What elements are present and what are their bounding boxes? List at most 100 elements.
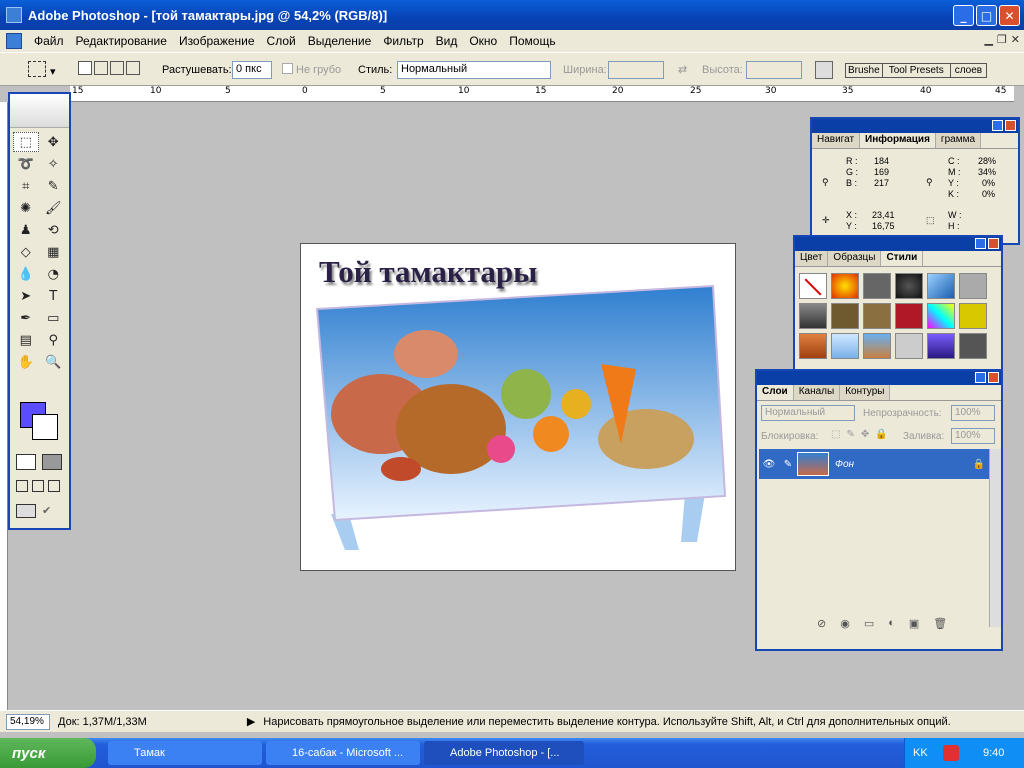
taskbar-item-word[interactable]: 16-сабак - Microsoft ... <box>266 741 420 765</box>
trash-icon[interactable]: 🗑 <box>933 617 947 630</box>
hand-tool-icon[interactable]: ✋ <box>13 352 39 372</box>
tool-presets-tab[interactable]: Tool Presets <box>883 64 951 77</box>
adjustment-layer-icon[interactable]: ◐ <box>888 617 895 630</box>
antivirus-icon[interactable] <box>943 745 959 761</box>
swap-icon[interactable]: ⇄ <box>678 63 687 76</box>
standard-mode-icon[interactable] <box>16 454 36 470</box>
style-swatch[interactable] <box>831 273 859 299</box>
intersect-selection-icon[interactable] <box>126 61 140 75</box>
lock-icons[interactable]: ⬚✎✥🔒 <box>831 429 894 440</box>
menu-edit[interactable]: Редактирование <box>70 34 173 48</box>
style-swatch[interactable] <box>831 303 859 329</box>
tab-navigator[interactable]: Навигат <box>812 133 861 148</box>
style-swatch[interactable] <box>927 333 955 359</box>
style-swatch[interactable] <box>927 273 955 299</box>
eye-icon[interactable]: 👁 <box>759 459 779 470</box>
layer-style-icon[interactable]: ◉ <box>840 617 850 630</box>
checkmark-icon[interactable]: ✔ <box>42 504 56 518</box>
panel-minimize-button[interactable] <box>975 372 986 383</box>
tab-info[interactable]: Информация <box>860 133 936 148</box>
new-layer-icon[interactable]: ▣ <box>909 617 919 630</box>
width-input[interactable] <box>608 61 664 79</box>
screen-mode-icon[interactable] <box>32 480 44 492</box>
style-swatch[interactable] <box>959 303 987 329</box>
style-swatch-none[interactable] <box>799 273 827 299</box>
style-swatch[interactable] <box>959 273 987 299</box>
style-swatch[interactable] <box>927 303 955 329</box>
background-color-swatch[interactable] <box>32 414 58 440</box>
layer-row-background[interactable]: 👁 ✎ Фон 🔒 <box>759 449 989 479</box>
style-swatch[interactable] <box>959 333 987 359</box>
path-selection-icon[interactable]: ➤ <box>13 286 39 306</box>
jump-to-imageready-icon[interactable] <box>16 504 36 518</box>
doc-close-button[interactable]: ✕ <box>1011 33 1020 46</box>
style-swatch[interactable] <box>895 333 923 359</box>
blend-mode-select[interactable]: Нормальный <box>761 405 855 421</box>
menu-window[interactable]: Окно <box>463 34 503 48</box>
style-swatch[interactable] <box>895 273 923 299</box>
magic-wand-icon[interactable]: ✧ <box>41 154 67 174</box>
tab-paths[interactable]: Контуры <box>840 385 891 400</box>
style-swatch[interactable] <box>831 333 859 359</box>
brush-tool-icon[interactable]: 🖌 <box>41 198 67 218</box>
new-selection-icon[interactable] <box>78 61 92 75</box>
doc-minimize-button[interactable]: ▁ <box>984 33 992 46</box>
style-swatch[interactable] <box>863 273 891 299</box>
menu-select[interactable]: Выделение <box>302 34 378 48</box>
brushes-tab[interactable]: Brushe <box>846 64 883 77</box>
start-button[interactable]: пуск <box>0 738 96 768</box>
layers-scrollbar[interactable] <box>989 449 1001 627</box>
menu-file[interactable]: Файл <box>28 34 70 48</box>
marquee-tool-icon[interactable]: ⬚ <box>13 132 39 152</box>
zoom-tool-icon[interactable]: 🔍 <box>41 352 67 372</box>
dodge-tool-icon[interactable]: ◔ <box>41 264 67 284</box>
document-canvas[interactable]: Той тамактары <box>300 243 736 571</box>
play-icon[interactable]: ▶ <box>247 715 255 728</box>
doc-restore-button[interactable]: ❐ <box>997 33 1007 46</box>
clone-stamp-icon[interactable]: ♟ <box>13 220 39 240</box>
lasso-tool-icon[interactable]: ➰ <box>13 154 39 174</box>
zoom-input[interactable]: 54,19% <box>6 713 50 730</box>
height-input[interactable] <box>746 61 802 79</box>
panel-close-button[interactable] <box>988 238 999 249</box>
tab-color[interactable]: Цвет <box>795 251 829 266</box>
tool-preset-dropdown[interactable]: ▾ <box>50 65 56 78</box>
menu-image[interactable]: Изображение <box>173 34 261 48</box>
style-swatch[interactable] <box>799 333 827 359</box>
style-select[interactable]: Нормальный <box>397 61 551 79</box>
close-button[interactable]: ✕ <box>999 5 1020 26</box>
panel-close-button[interactable] <box>988 372 999 383</box>
slice-tool-icon[interactable]: ✎ <box>41 176 67 196</box>
style-swatch[interactable] <box>863 303 891 329</box>
shape-tool-icon[interactable]: ▭ <box>41 308 67 328</box>
pen-tool-icon[interactable]: ✒ <box>13 308 39 328</box>
panel-minimize-button[interactable] <box>975 238 986 249</box>
screen-mode-icon[interactable] <box>48 480 60 492</box>
palette-well-icon[interactable] <box>815 61 833 79</box>
layer-comps-tab[interactable]: слоев <box>951 64 986 77</box>
taskbar-item-photoshop[interactable]: Adobe Photoshop - [... <box>424 741 584 765</box>
crop-tool-icon[interactable]: ⌗ <box>13 176 39 196</box>
eyedropper-icon[interactable]: ⚲ <box>41 330 67 350</box>
menu-filter[interactable]: Фильтр <box>377 34 429 48</box>
fill-input[interactable]: 100% <box>951 428 995 444</box>
feather-input[interactable]: 0 пкс <box>232 61 272 79</box>
gradient-tool-icon[interactable]: ▦ <box>41 242 67 262</box>
panel-minimize-button[interactable] <box>992 120 1003 131</box>
type-tool-icon[interactable]: T <box>41 286 67 306</box>
notes-tool-icon[interactable]: ▤ <box>13 330 39 350</box>
menu-help[interactable]: Помощь <box>503 34 561 48</box>
language-indicator[interactable]: KK <box>913 747 928 759</box>
panel-close-button[interactable] <box>1005 120 1016 131</box>
move-tool-icon[interactable]: ✥ <box>41 132 67 152</box>
minimize-button[interactable]: _ <box>953 5 974 26</box>
healing-brush-icon[interactable]: ✺ <box>13 198 39 218</box>
tab-layers[interactable]: Слои <box>757 385 794 400</box>
tab-histogram[interactable]: грамма <box>935 133 982 148</box>
antialias-checkbox[interactable] <box>282 63 293 74</box>
style-swatch[interactable] <box>863 333 891 359</box>
marquee-tool-icon[interactable] <box>28 61 46 77</box>
eraser-tool-icon[interactable]: ◇ <box>13 242 39 262</box>
tab-styles[interactable]: Стили <box>881 251 924 266</box>
screen-mode-icon[interactable] <box>16 480 28 492</box>
